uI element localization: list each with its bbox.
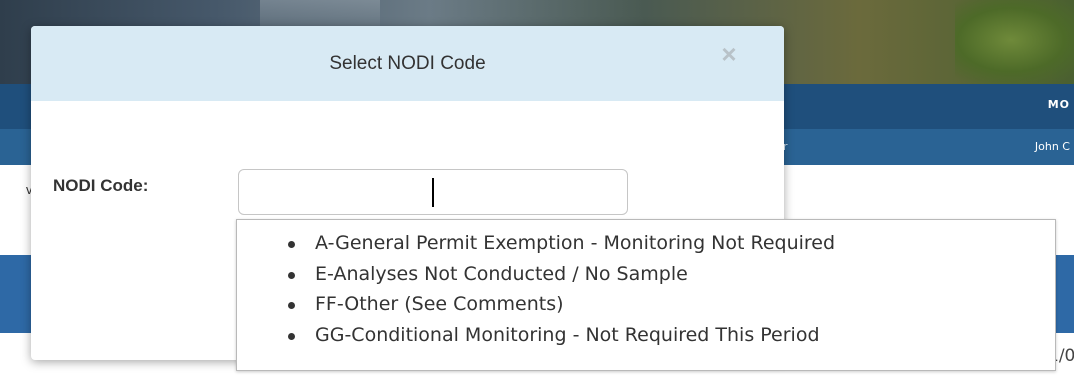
banner-tree xyxy=(955,0,1074,90)
suggestion-list: A-General Permit Exemption - Monitoring … xyxy=(237,220,1055,350)
nodi-code-suggestions: A-General Permit Exemption - Monitoring … xyxy=(236,219,1056,371)
dialog-title: Select NODI Code xyxy=(329,53,486,74)
user-name[interactable]: John C xyxy=(1035,140,1070,153)
nav-item-partial[interactable]: MO xyxy=(1048,98,1070,111)
suggestion-item[interactable]: GG-Conditional Monitoring - Not Required… xyxy=(288,320,1055,351)
nodi-code-label: NODI Code: xyxy=(53,176,149,195)
dialog-header: Select NODI Code × xyxy=(31,26,784,101)
close-icon[interactable]: × xyxy=(717,41,741,67)
suggestion-item[interactable]: FF-Other (See Comments) xyxy=(288,289,1055,320)
suggestion-item[interactable]: A-General Permit Exemption - Monitoring … xyxy=(288,228,1055,259)
text-cursor xyxy=(432,178,434,207)
suggestion-item[interactable]: E-Analyses Not Conducted / No Sample xyxy=(288,259,1055,290)
